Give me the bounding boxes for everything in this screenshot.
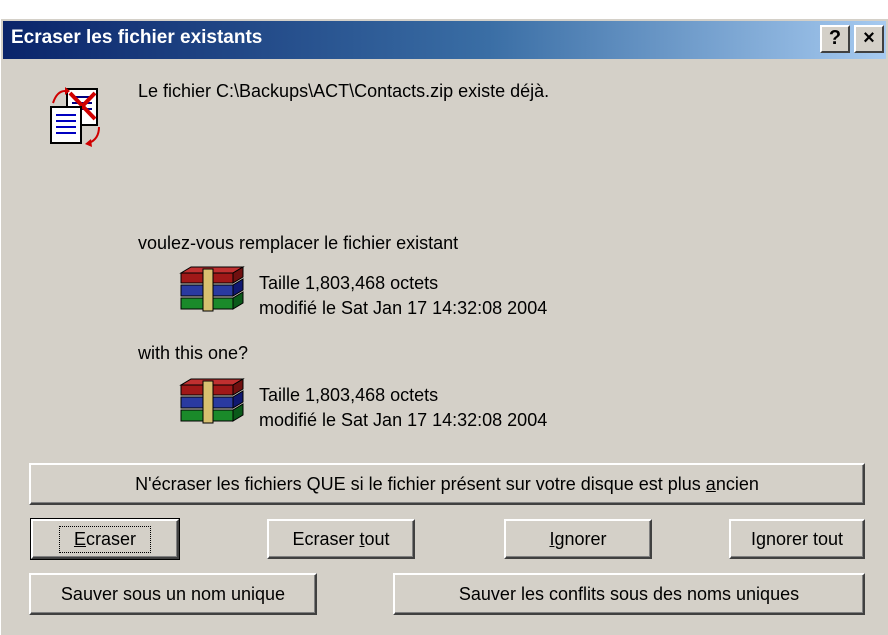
sauver-conflits-button[interactable]: Sauver les conflits sous des noms unique… [393, 573, 865, 615]
sauver-nom-unique-button[interactable]: Sauver sous un nom unique [29, 573, 317, 615]
ecraser-label: Ecraser [58, 525, 152, 553]
ecraser-tout-button[interactable]: Ecraser tout [267, 519, 415, 559]
existing-file-size: Taille 1,803,468 octets [259, 273, 439, 293]
overwrite-if-older-button[interactable]: N'écraser les fichiers QUE si le fichier… [29, 463, 865, 505]
winrar-archive-icon [179, 266, 245, 312]
ecraser-button[interactable]: Ecraser [30, 518, 180, 560]
ignorer-tout-button[interactable]: Ignorer tout [729, 519, 865, 559]
overwrite-if-older-label: N'écraser les fichiers QUE si le fichier… [135, 473, 759, 494]
title-bar[interactable]: Ecraser les fichier existants ? × [3, 21, 886, 59]
ecraser-tout-label: Ecraser tout [292, 528, 390, 549]
existing-file-modified: modifié le Sat Jan 17 14:32:08 2004 [259, 298, 548, 318]
winrar-archive-icon [179, 378, 245, 424]
help-button[interactable]: ? [820, 25, 850, 53]
new-file-modified: modifié le Sat Jan 17 14:32:08 2004 [259, 410, 548, 430]
replace-question: voulez-vous remplacer le fichier existan… [138, 233, 459, 253]
close-button[interactable]: × [854, 25, 884, 53]
with-this-one-label: with this one? [138, 343, 249, 363]
window-title: Ecraser les fichier existants [11, 27, 263, 48]
file-replace-icon [50, 87, 100, 147]
overwrite-dialog: Ecraser les fichier existants ? × Le fic… [0, 18, 888, 635]
file-exists-message: Le fichier C:\Backups\ACT\Contacts.zip e… [138, 81, 550, 101]
ignorer-button[interactable]: Ignorer [504, 519, 652, 559]
new-file-size: Taille 1,803,468 octets [259, 385, 439, 405]
ignorer-label: Ignorer [549, 528, 607, 549]
